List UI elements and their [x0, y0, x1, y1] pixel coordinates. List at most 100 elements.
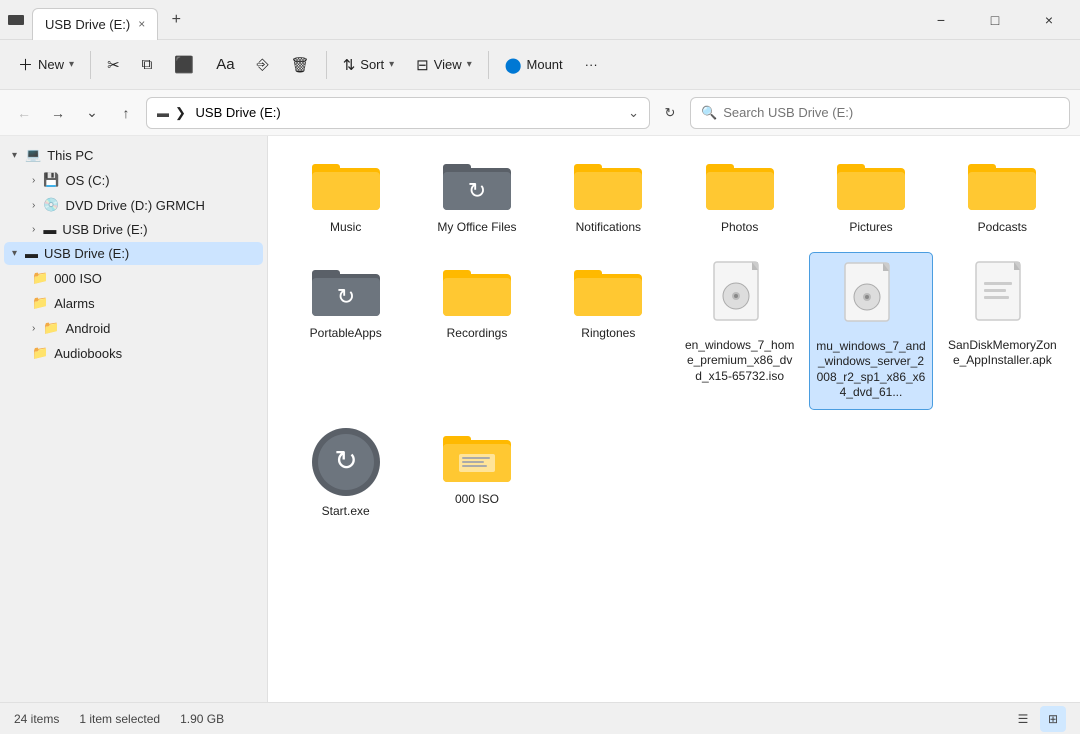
svg-text:↻: ↻ [468, 178, 486, 203]
maximize-button[interactable]: □ [972, 4, 1018, 36]
sidebar-item-dvd-d[interactable]: › 💿 DVD Drive (D:) GRMCH [4, 193, 263, 217]
view-button[interactable]: ⊟ View ▾ [406, 47, 482, 83]
file-item-mu-iso[interactable]: mu_windows_7_and_windows_server_2008_r2_… [809, 252, 932, 410]
file-item-sandisk-apk[interactable]: SanDiskMemoryZone_AppInstaller.apk [941, 252, 1064, 410]
mount-button[interactable]: ⬤ Mount [495, 47, 573, 83]
folder-icon-recordings [441, 260, 513, 320]
sidebar-item-os-c[interactable]: › 💾 OS (C:) [4, 168, 263, 192]
separator-1 [90, 51, 91, 79]
iso-file-icon [710, 260, 770, 332]
recent-button[interactable]: ⌄ [78, 99, 106, 127]
folder-icon-music [310, 154, 382, 214]
selected-count: 1 item selected [79, 712, 160, 726]
sidebar-item-label: This PC [47, 148, 93, 163]
file-name-podcasts: Podcasts [978, 220, 1027, 236]
folder-icon: 📁 [43, 320, 59, 336]
usb-icon: ▬ [43, 222, 56, 237]
sidebar-item-label: 000 ISO [54, 271, 102, 286]
search-box[interactable]: 🔍 [690, 97, 1070, 129]
file-name-pictures: Pictures [849, 220, 892, 236]
file-item-myofficefiles[interactable]: ↻ My Office Files [415, 146, 538, 244]
file-item-pictures[interactable]: Pictures [809, 146, 932, 244]
sidebar-item-usb-e-under-thispc[interactable]: › ▬ USB Drive (E:) [4, 218, 263, 241]
folder-icon-podcasts [966, 154, 1038, 214]
rename-icon: Aa [216, 56, 234, 73]
dvd-icon: 💿 [43, 197, 59, 213]
file-item-ringtones[interactable]: Ringtones [547, 252, 670, 410]
sidebar-item-android[interactable]: › 📁 Android [4, 316, 263, 340]
sidebar-item-usb-e[interactable]: ▾ ▬ USB Drive (E:) [4, 242, 263, 265]
sidebar-item-alarms[interactable]: 📁 Alarms [4, 291, 263, 315]
refresh-button[interactable]: ↻ [656, 99, 684, 127]
status-bar: 24 items 1 item selected 1.90 GB ☰ ⊞ [0, 702, 1080, 734]
file-item-photos[interactable]: Photos [678, 146, 801, 244]
address-path-text: USB Drive (E:) [196, 105, 281, 120]
chevron-right-icon: › [32, 200, 35, 211]
os-c-icon: 💾 [43, 172, 59, 188]
sidebar-item-label: USB Drive (E:) [44, 246, 129, 261]
search-input[interactable] [723, 105, 1059, 120]
sidebar-item-label: OS (C:) [66, 173, 110, 188]
delete-button[interactable]: 🗑 [281, 47, 320, 83]
file-name-start-exe: Start.exe [322, 504, 370, 520]
sidebar-item-label: USB Drive (E:) [62, 222, 147, 237]
folder-icon-myofficefiles: ↻ [441, 154, 513, 214]
forward-button[interactable]: → [44, 99, 72, 127]
file-name-mu-iso: mu_windows_7_and_windows_server_2008_r2_… [816, 339, 926, 401]
chevron-right-icon: › [32, 323, 35, 334]
paste-button[interactable]: ⬛ [164, 47, 204, 83]
active-tab[interactable]: USB Drive (E:) × [32, 8, 158, 40]
delete-icon: 🗑 [291, 56, 310, 74]
new-tab-button[interactable]: + [162, 6, 190, 34]
minimize-button[interactable]: − [918, 4, 964, 36]
apk-file-icon [972, 260, 1032, 332]
rename-button[interactable]: Aa [206, 47, 244, 83]
up-button[interactable]: ↑ [112, 99, 140, 127]
grid-view-button[interactable]: ⊞ [1040, 706, 1066, 732]
folder-icon: 📁 [32, 345, 48, 361]
folder-icon: 📁 [32, 295, 48, 311]
address-box[interactable]: ▬ ❯ USB Drive (E:) ⌄ [146, 97, 650, 129]
more-button[interactable]: ··· [575, 47, 608, 83]
copy-button[interactable]: ⧉ [132, 47, 163, 83]
search-icon: 🔍 [701, 105, 717, 121]
close-button[interactable]: × [1026, 4, 1072, 36]
view-label: View [434, 57, 462, 72]
sort-icon: ⇅ [343, 56, 356, 74]
new-button[interactable]: ＋ New ▾ [8, 47, 84, 83]
mount-icon: ⬤ [505, 56, 522, 74]
address-chevron-icon: ⌄ [628, 105, 639, 121]
file-item-start-exe[interactable]: ↻ Start.exe [284, 418, 407, 528]
file-item-portableapps[interactable]: ↻ PortableApps [284, 252, 407, 410]
file-name-sandisk-apk: SanDiskMemoryZone_AppInstaller.apk [947, 338, 1057, 369]
file-name-portableapps: PortableApps [310, 326, 382, 342]
more-icon: ··· [585, 57, 598, 72]
chevron-right-icon: › [32, 224, 35, 235]
back-button[interactable]: ← [10, 99, 38, 127]
folder-icon-photos [704, 154, 776, 214]
file-item-podcasts[interactable]: Podcasts [941, 146, 1064, 244]
new-label: New [38, 57, 64, 72]
file-item-recordings[interactable]: Recordings [415, 252, 538, 410]
chevron-down-icon: ▾ [12, 150, 17, 161]
sidebar-item-000iso[interactable]: 📁 000 ISO [4, 266, 263, 290]
sidebar-item-this-pc[interactable]: ▾ 💻 This PC [4, 143, 263, 167]
sidebar-item-label: Alarms [54, 296, 94, 311]
share-button[interactable]: ⎆ [247, 47, 279, 83]
file-name-win7-iso: en_windows_7_home_premium_x86_dvd_x15-65… [685, 338, 795, 385]
main-layout: ▾ 💻 This PC › 💾 OS (C:) › 💿 DVD Drive (D… [0, 136, 1080, 702]
cut-button[interactable]: ✂ [97, 47, 130, 83]
file-item-000iso-folder[interactable]: 000 ISO [415, 418, 538, 528]
sort-button[interactable]: ⇅ Sort ▾ [333, 47, 404, 83]
list-view-button[interactable]: ☰ [1010, 706, 1036, 732]
file-item-notifications[interactable]: Notifications [547, 146, 670, 244]
tab-close-button[interactable]: × [138, 17, 145, 31]
item-count: 24 items [14, 712, 59, 726]
file-area: Music ↻ My Office Files Notific [268, 136, 1080, 702]
folder-icon-portableapps: ↻ [310, 260, 382, 320]
file-item-music[interactable]: Music [284, 146, 407, 244]
sidebar-item-audiobooks[interactable]: 📁 Audiobooks [4, 341, 263, 365]
file-item-win7-iso[interactable]: en_windows_7_home_premium_x86_dvd_x15-65… [678, 252, 801, 410]
folder-icon-notifications [572, 154, 644, 214]
chevron-down-icon: ▾ [12, 248, 17, 259]
